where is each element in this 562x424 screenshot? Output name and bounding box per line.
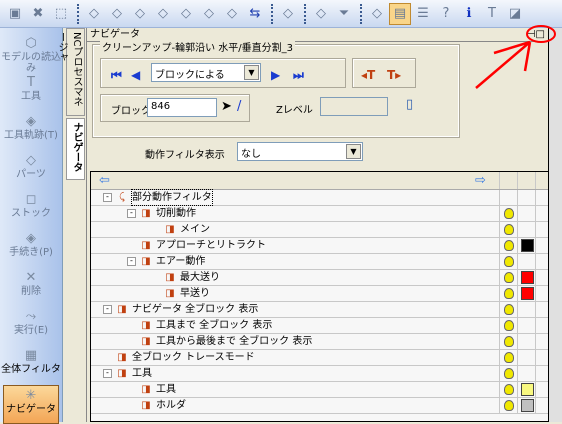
annotation-arrow [475, 25, 556, 89]
